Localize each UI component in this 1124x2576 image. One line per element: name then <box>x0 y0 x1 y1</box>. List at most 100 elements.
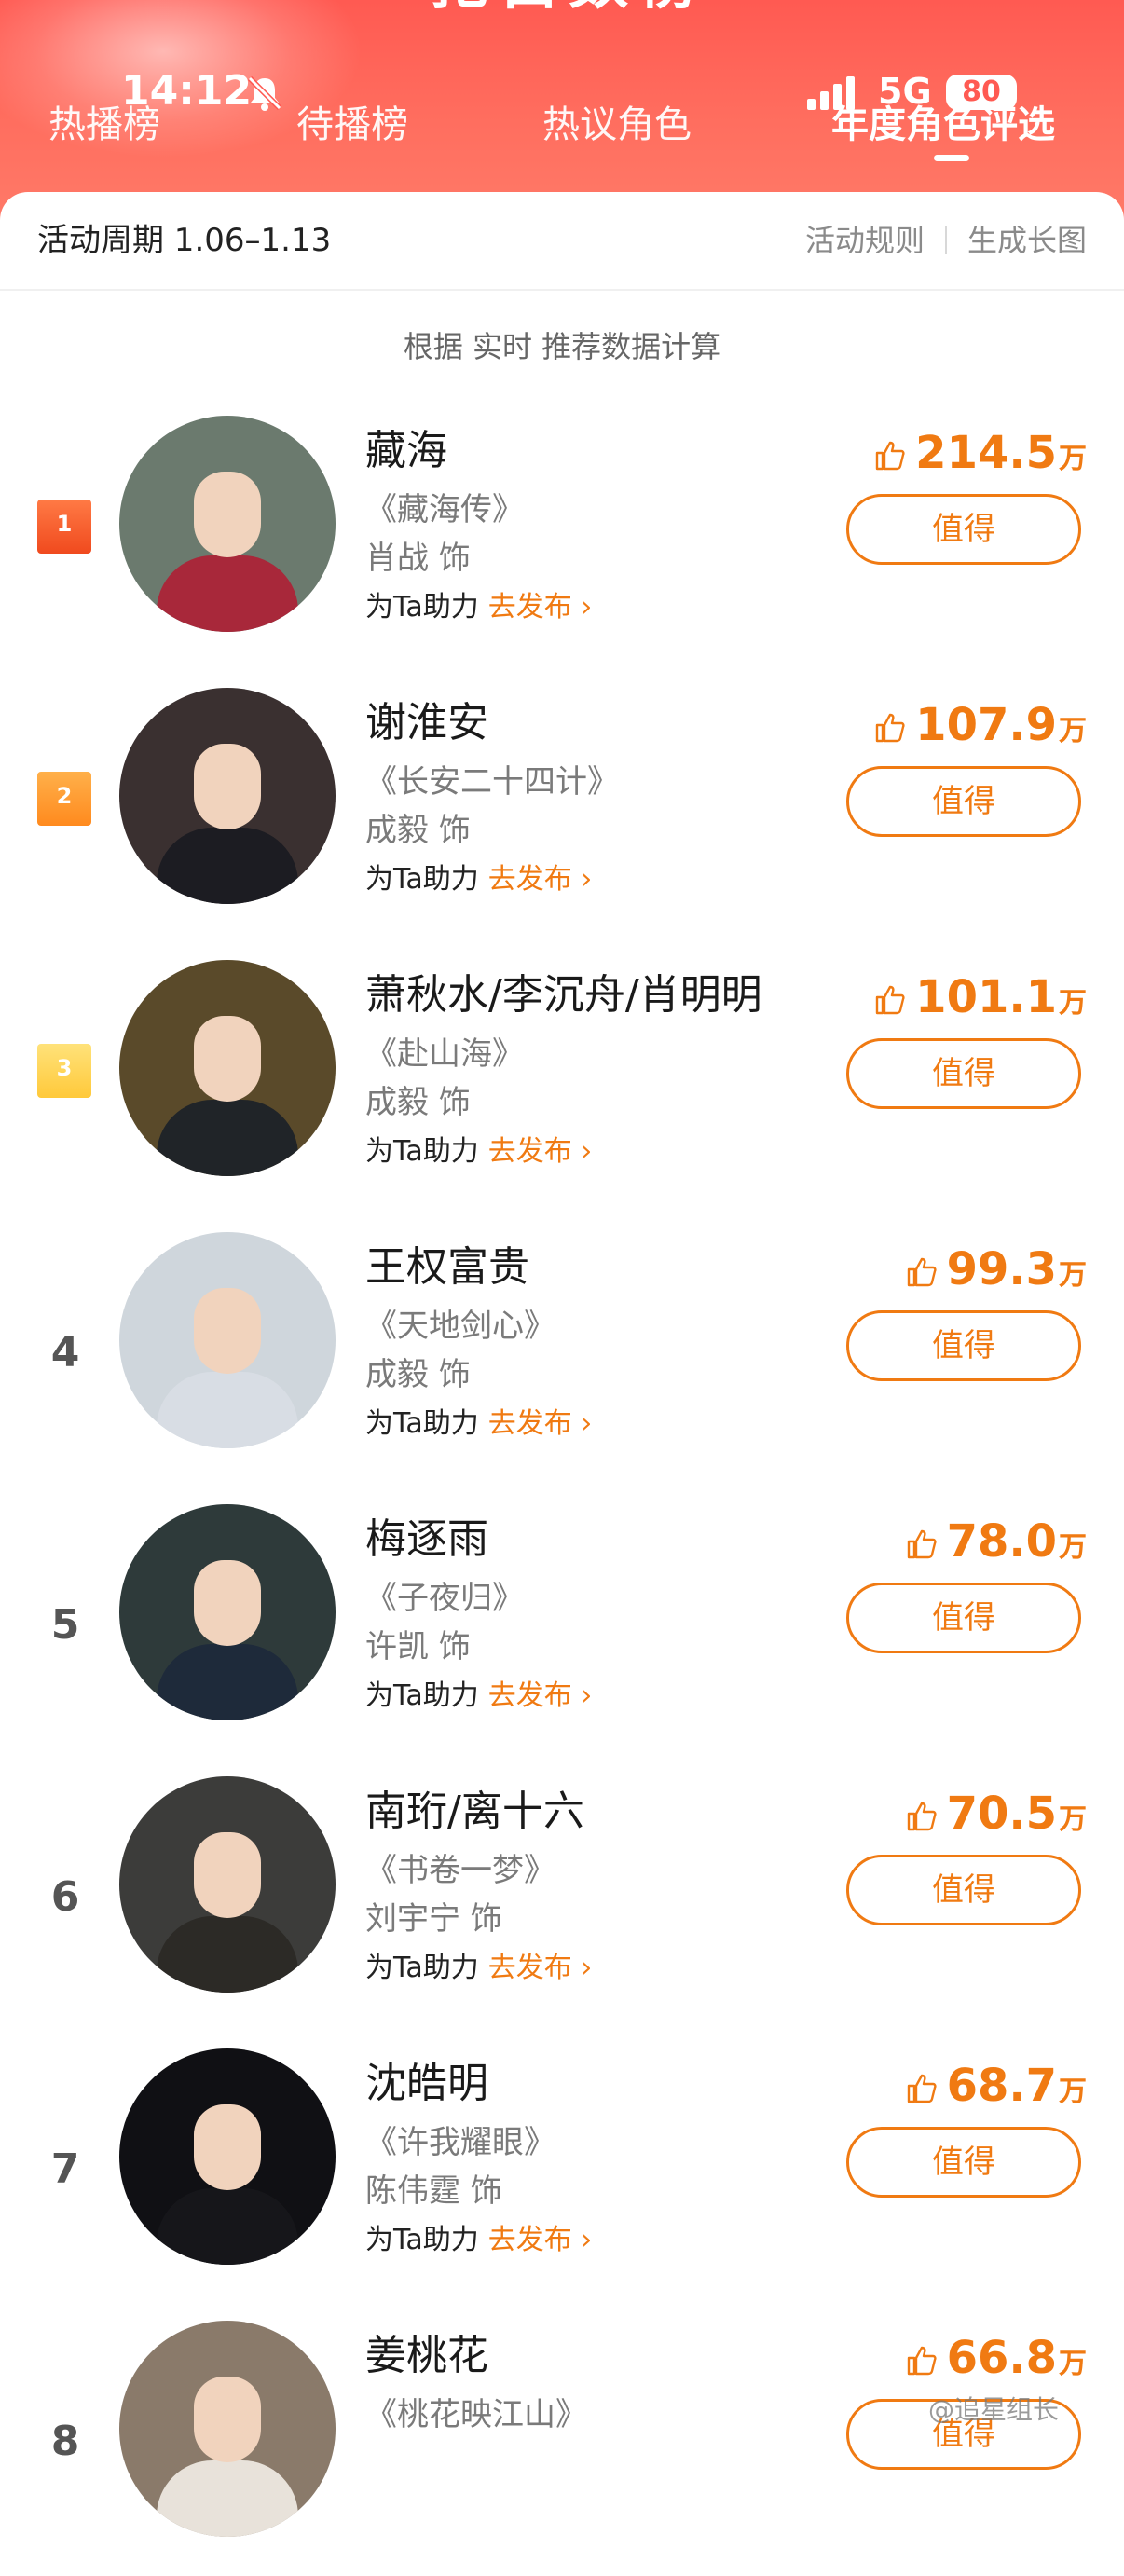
role-name[interactable]: 姜桃花 <box>365 2328 488 2384</box>
period-links: 活动规则 生成长图 <box>805 218 1087 263</box>
thumbs-up-icon <box>907 1802 937 1831</box>
go-post-link[interactable]: 去发布 › <box>488 1135 593 1168</box>
vote-count: 101.1万 <box>874 969 1087 1025</box>
vote-button[interactable]: 值得 <box>846 1855 1081 1925</box>
role-name[interactable]: 南珩/离十六 <box>365 1784 584 1840</box>
help-prefix: 为Ta助力 <box>365 591 479 623</box>
vote-unit: 万 <box>1059 443 1087 475</box>
vote-button[interactable]: 值得 <box>846 1038 1081 1109</box>
vote-button[interactable]: 值得 <box>846 766 1081 837</box>
vote-number: 70.5 <box>946 1788 1057 1840</box>
help-line: 为Ta助力 去发布 › <box>365 1404 592 1445</box>
role-avatar[interactable] <box>119 1232 336 1448</box>
ranking-row: 1 藏海 《藏海传》 肖战 饰为Ta助力 去发布 › 214.5万 值得 <box>0 399 1124 671</box>
avatar-body <box>157 1372 298 1448</box>
vote-number: 101.1 <box>915 971 1057 1023</box>
go-post-link[interactable]: 去发布 › <box>488 1679 593 1712</box>
vote-count: 214.5万 <box>874 425 1087 481</box>
vote-number: 99.3 <box>946 1243 1057 1295</box>
vote-unit: 万 <box>1059 1259 1087 1292</box>
go-post-link[interactable]: 去发布 › <box>488 1407 593 1440</box>
role-name[interactable]: 萧秋水/李沉舟/肖明明 <box>365 967 762 1023</box>
rank-badge: 1 <box>37 500 91 554</box>
actor-name: 许凯 饰 <box>365 1628 471 1665</box>
vote-unit: 万 <box>1059 715 1087 747</box>
vote-number: 68.7 <box>946 2060 1057 2112</box>
role-avatar[interactable] <box>119 2048 336 2265</box>
avatar-body <box>157 1644 298 1720</box>
role-avatar[interactable] <box>119 1504 336 1720</box>
rank-number: 8 <box>50 2418 80 2465</box>
role-name[interactable]: 王权富贵 <box>365 1240 529 1295</box>
avatar-body <box>157 555 298 632</box>
avatar-body <box>157 2188 298 2265</box>
vote-count: 78.0万 <box>906 1514 1087 1569</box>
generate-image-link[interactable]: 生成长图 <box>967 223 1087 258</box>
thumbs-up-icon <box>907 2346 937 2376</box>
watermark: @追星组长 <box>928 2394 1060 2425</box>
help-prefix: 为Ta助力 <box>365 1407 479 1440</box>
go-post-link[interactable]: 去发布 › <box>488 591 593 623</box>
avatar-face <box>194 1560 261 1646</box>
help-line: 为Ta助力 去发布 › <box>365 1676 592 1717</box>
vote-count: 68.7万 <box>906 2058 1087 2114</box>
ranking-row: 2 谢淮安 《长安二十四计》 成毅 饰为Ta助力 去发布 › 107.9万 值得 <box>0 671 1124 943</box>
avatar-face <box>194 2377 261 2462</box>
ranking-row: 7 沈皓明 《许我耀眼》 陈伟霆 饰为Ta助力 去发布 › 68.7万 值得 <box>0 2032 1124 2304</box>
thumbs-up-icon <box>907 1257 937 1287</box>
thumbs-up-icon <box>907 2074 937 2103</box>
role-avatar[interactable] <box>119 688 336 904</box>
go-post-link[interactable]: 去发布 › <box>488 1952 593 1984</box>
link-divider <box>944 226 947 254</box>
vote-button[interactable]: 值得 <box>846 1310 1081 1381</box>
vote-count: 107.9万 <box>874 697 1087 753</box>
ranking-row: 6 南珩/离十六 《书卷一梦》 刘宇宁 饰为Ta助力 去发布 › 70.5万 值得 <box>0 1760 1124 2032</box>
drama-title: 《天地剑心》 <box>365 1308 555 1345</box>
vote-number: 66.8 <box>946 2332 1057 2384</box>
rank-number: 5 <box>50 1601 80 1649</box>
calculation-note: 根据 实时 推荐数据计算 <box>403 329 721 364</box>
vote-button[interactable]: 值得 <box>846 494 1081 565</box>
drama-title: 《赴山海》 <box>365 1035 524 1073</box>
role-name[interactable]: 沈皓明 <box>365 2056 488 2112</box>
vote-button[interactable]: 值得 <box>846 2127 1081 2198</box>
drama-title: 《桃花映江山》 <box>365 2396 587 2433</box>
vote-unit: 万 <box>1059 1803 1087 1836</box>
vote-count: 70.5万 <box>906 1786 1087 1842</box>
drama-title: 《长安二十四计》 <box>365 763 619 801</box>
role-avatar[interactable] <box>119 2321 336 2537</box>
role-name[interactable]: 梅逐雨 <box>365 1512 488 1568</box>
actor-name: 成毅 饰 <box>365 1356 471 1393</box>
go-post-link[interactable]: 去发布 › <box>488 2224 593 2256</box>
thumbs-up-icon <box>875 985 905 1015</box>
rules-link[interactable]: 活动规则 <box>805 223 925 258</box>
role-avatar[interactable] <box>119 1776 336 1993</box>
role-name[interactable]: 谢淮安 <box>365 695 488 751</box>
tab-upcoming[interactable]: 待播榜 <box>296 97 408 153</box>
tab-annual-roles[interactable]: 年度角色评选 <box>831 97 1055 153</box>
vote-unit: 万 <box>1059 2348 1087 2380</box>
help-prefix: 为Ta助力 <box>365 863 479 896</box>
avatar-body <box>157 1916 298 1993</box>
avatar-face <box>194 1832 261 1918</box>
vote-number: 78.0 <box>946 1515 1057 1568</box>
help-prefix: 为Ta助力 <box>365 1679 479 1712</box>
rank-badge: 3 <box>37 1044 91 1098</box>
help-prefix: 为Ta助力 <box>365 1135 479 1168</box>
role-avatar[interactable] <box>119 416 336 632</box>
role-avatar[interactable] <box>119 960 336 1176</box>
go-post-link[interactable]: 去发布 › <box>488 863 593 896</box>
avatar-face <box>194 1016 261 1102</box>
actor-name: 肖战 饰 <box>365 540 471 577</box>
role-name[interactable]: 藏海 <box>365 423 447 479</box>
drama-title: 《书卷一梦》 <box>365 1852 555 1889</box>
actor-name: 成毅 饰 <box>365 812 471 849</box>
tab-bar: 热播榜 待播榜 热议角色 年度角色评选 <box>0 97 1124 162</box>
tab-discussed-roles[interactable]: 热议角色 <box>542 97 692 153</box>
tab-hot-broadcast[interactable]: 热播榜 <box>48 97 160 153</box>
help-line: 为Ta助力 去发布 › <box>365 587 592 628</box>
vote-number: 107.9 <box>915 699 1057 751</box>
rank-number: 4 <box>50 1329 80 1377</box>
header-banner: 抢白数榜 14:12 5G 80 热播榜 待播榜 热议角色 年度角色评选 <box>0 0 1124 224</box>
vote-button[interactable]: 值得 <box>846 1583 1081 1653</box>
